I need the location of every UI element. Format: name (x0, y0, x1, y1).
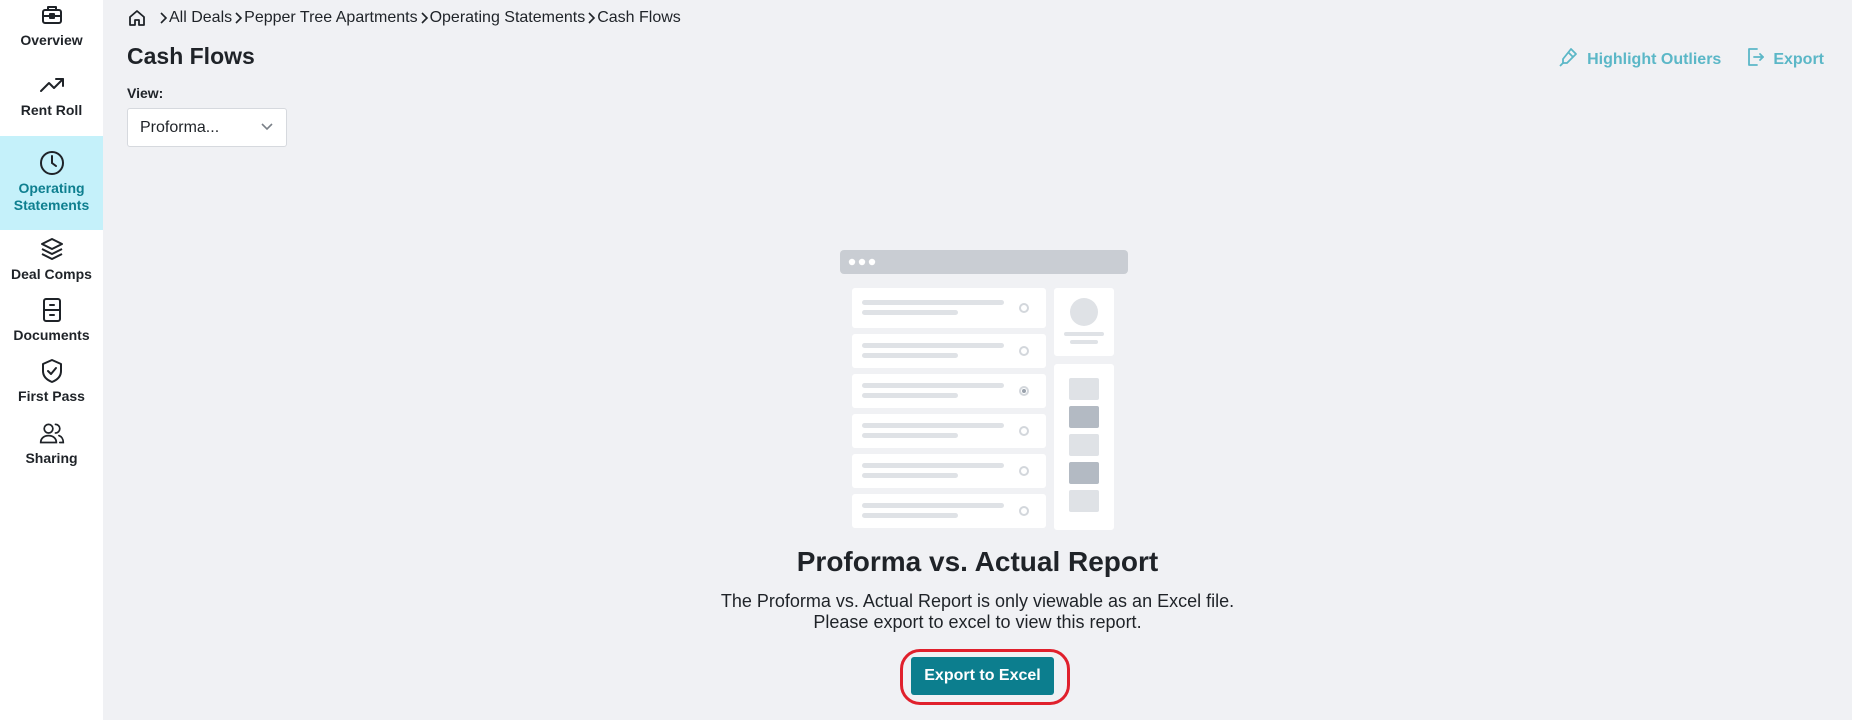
breadcrumb: All Deals Pepper Tree Apartments Operati… (127, 8, 681, 28)
main-content: All Deals Pepper Tree Apartments Operati… (103, 0, 1852, 720)
home-icon[interactable] (127, 8, 147, 28)
view-label: View: (127, 85, 164, 101)
chevron-right-icon (419, 11, 429, 25)
export-icon (1745, 47, 1765, 72)
breadcrumb-item-current: Cash Flows (597, 9, 681, 26)
chevron-down-icon (260, 119, 274, 137)
briefcase-icon (39, 2, 65, 28)
breadcrumb-item-deal[interactable]: Pepper Tree Apartments (244, 9, 417, 27)
clock-icon (39, 150, 65, 176)
sidebar-item-sharing[interactable]: Sharing (0, 420, 103, 470)
report-placeholder-illustration (840, 250, 1128, 530)
users-icon (39, 420, 65, 446)
archive-icon (39, 297, 65, 323)
chevron-right-icon (233, 11, 243, 25)
report-title: Proforma vs. Actual Report (796, 546, 1159, 577)
sidebar-item-first-pass[interactable]: First Pass (0, 358, 103, 408)
sidebar: Overview Rent Roll Operating Statements … (0, 0, 103, 720)
export-to-excel-button[interactable]: Export to Excel (911, 657, 1054, 695)
report-description-line: Please export to excel to view this repo… (813, 612, 1142, 632)
breadcrumb-item-all-deals[interactable]: All Deals (169, 9, 232, 27)
sidebar-item-overview[interactable]: Overview (0, 2, 103, 56)
sidebar-item-label: Documents (13, 327, 90, 343)
sidebar-item-label: Sharing (25, 450, 78, 466)
header-actions: Highlight Outliers Export (1557, 46, 1824, 73)
sidebar-item-rent-roll[interactable]: Rent Roll (0, 72, 103, 124)
chevron-right-icon (158, 11, 168, 25)
trend-up-icon (39, 72, 65, 98)
report-description: The Proforma vs. Actual Report is only v… (103, 591, 1852, 633)
report-description-line: The Proforma vs. Actual Report is only v… (720, 591, 1235, 611)
sidebar-item-label: First Pass (18, 388, 85, 404)
sidebar-item-operating-statements[interactable]: Operating Statements (0, 136, 103, 230)
sidebar-item-label: Deal Comps (11, 266, 92, 282)
sidebar-item-label: Overview (20, 32, 83, 48)
breadcrumb-item-operating-statements[interactable]: Operating Statements (430, 9, 586, 27)
layers-icon (39, 236, 65, 262)
export-label: Export (1773, 50, 1824, 68)
highlight-outliers-button[interactable]: Highlight Outliers (1557, 46, 1721, 73)
shield-check-icon (39, 358, 65, 384)
view-select[interactable]: Proforma... (127, 108, 287, 147)
export-button[interactable]: Export (1745, 47, 1824, 72)
sidebar-item-deal-comps[interactable]: Deal Comps (0, 236, 103, 286)
sidebar-item-documents[interactable]: Documents (0, 297, 103, 347)
highlight-outliers-label: Highlight Outliers (1587, 50, 1722, 68)
sidebar-item-label: Operating Statements (13, 180, 90, 213)
highlighter-icon (1557, 46, 1579, 73)
chevron-right-icon (586, 11, 596, 25)
page-title: Cash Flows (127, 43, 255, 69)
sidebar-item-label: Rent Roll (20, 102, 83, 118)
view-select-value: Proforma... (140, 118, 220, 136)
